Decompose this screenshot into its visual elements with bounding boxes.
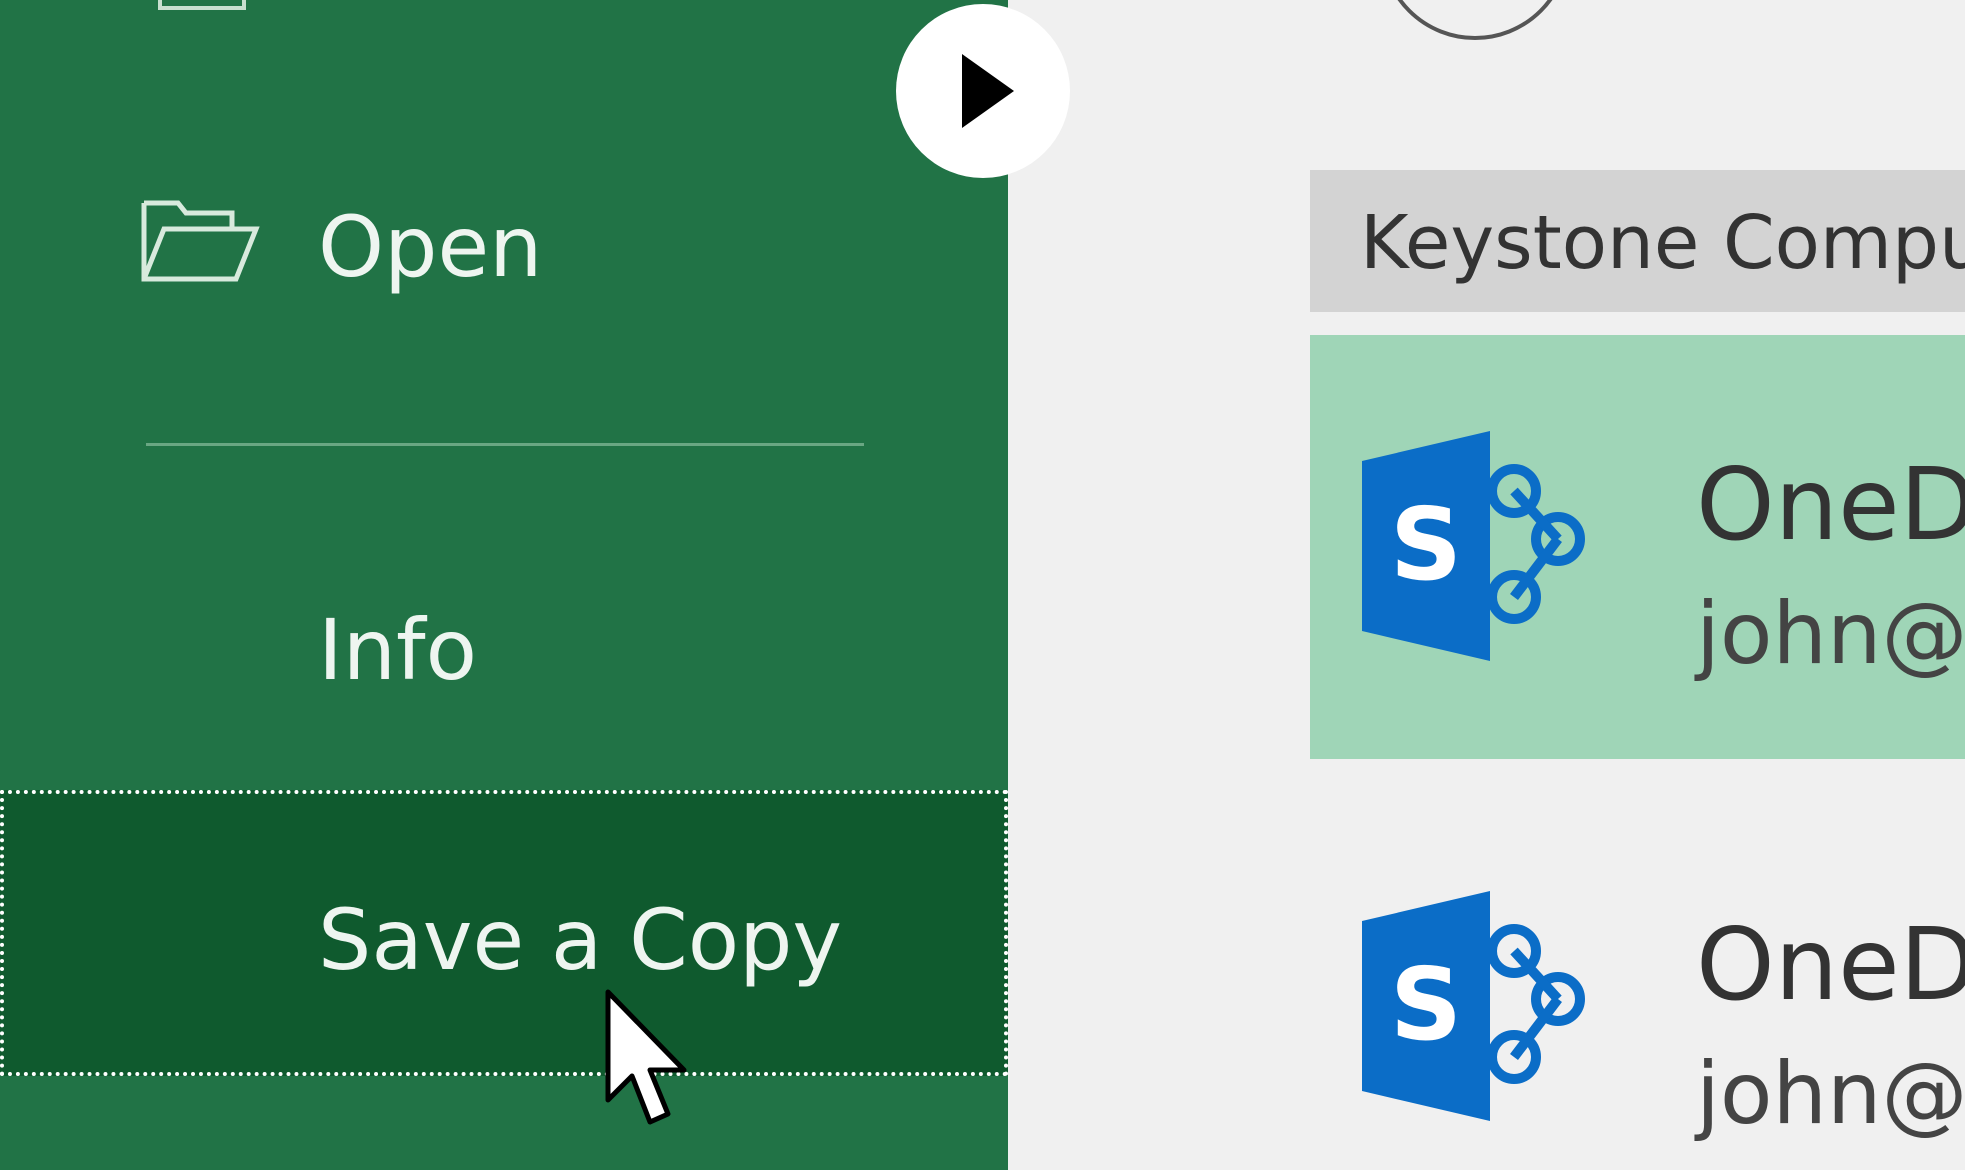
- location-email: john@4: [1696, 1044, 1965, 1144]
- folder-open-icon: [141, 200, 260, 282]
- sharepoint-icon: S: [1362, 891, 1585, 1121]
- nav-item-open-label: Open: [318, 198, 543, 296]
- nav-item-open[interactable]: Open: [140, 195, 880, 305]
- nav-divider: [146, 443, 864, 446]
- section-header: Keystone Compu: [1310, 170, 1965, 312]
- location-item[interactable]: S OneD john@4: [1310, 795, 1965, 1170]
- nav-item-info[interactable]: Info: [318, 608, 477, 692]
- save-locations-panel: Keystone Compu S OneD john@4: [1008, 0, 1965, 1170]
- svg-text:S: S: [1390, 946, 1462, 1063]
- location-title: OneD: [1696, 446, 1965, 563]
- mouse-pointer-icon: [605, 989, 687, 1125]
- play-icon: [962, 54, 1014, 128]
- backstage-sidebar: Open Info Save a Copy: [0, 0, 1008, 1170]
- app-frame: Open Info Save a Copy Keystone Compu S O…: [0, 0, 1965, 1170]
- svg-text:S: S: [1390, 486, 1462, 603]
- section-header-label: Keystone Compu: [1360, 200, 1965, 286]
- play-button[interactable]: [896, 4, 1070, 178]
- location-email: john@4: [1696, 584, 1965, 684]
- sharepoint-icon: S: [1362, 431, 1585, 661]
- add-place-icon[interactable]: [1380, 0, 1570, 40]
- nav-item-save-a-copy-label: Save a Copy: [318, 891, 843, 989]
- location-title: OneD: [1696, 906, 1965, 1023]
- location-item[interactable]: S OneD john@4: [1310, 335, 1965, 759]
- nav-item-save-a-copy[interactable]: Save a Copy: [0, 790, 1008, 1076]
- new-icon: [158, 0, 246, 10]
